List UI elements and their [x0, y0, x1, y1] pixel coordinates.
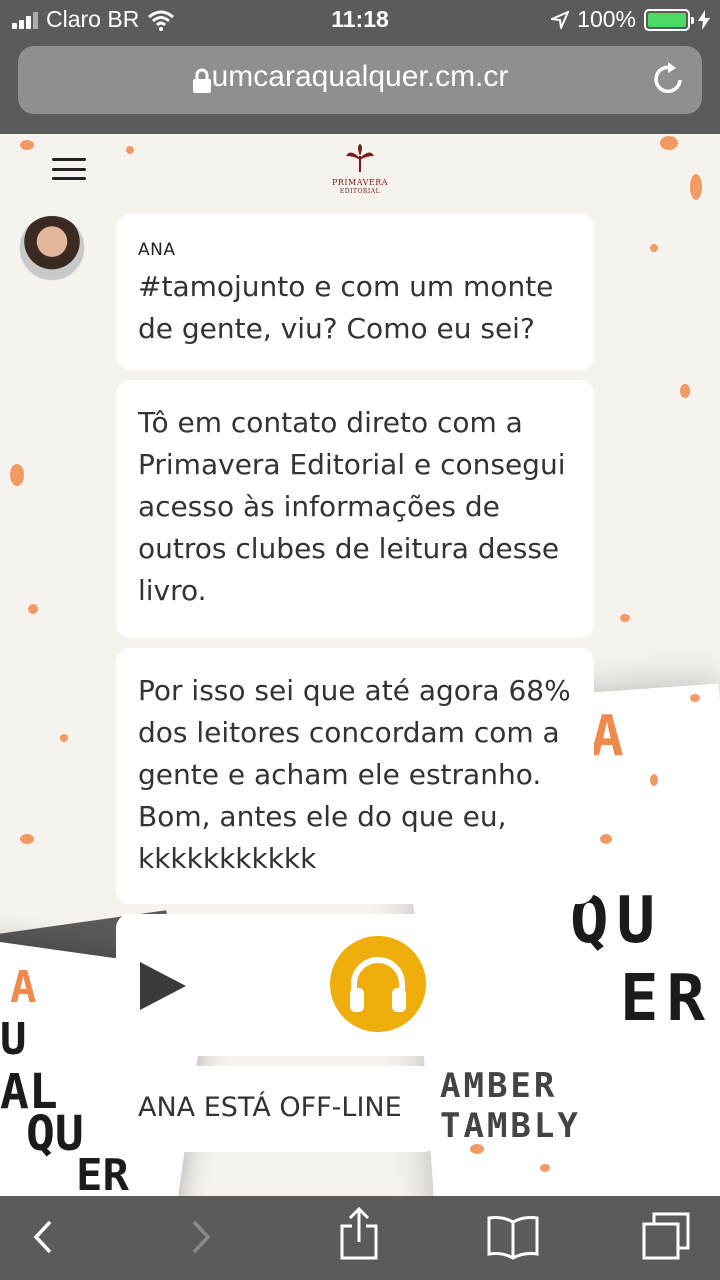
publisher-logo[interactable]: PRIMAVERA EDITORIAL	[330, 144, 390, 196]
bookmarks-icon[interactable]	[486, 1214, 540, 1260]
offline-status-text: ANA ESTÁ OFF-LINE	[138, 1092, 402, 1123]
paint-splatter	[20, 834, 34, 844]
sender-name: ANA	[138, 240, 176, 260]
paint-splatter	[690, 694, 700, 702]
forward-icon[interactable]	[190, 1214, 214, 1260]
location-icon	[551, 10, 570, 29]
left-letter-u: U	[0, 1014, 27, 1065]
message-text: #tamojunto e com um monte de gente, viu?…	[138, 270, 554, 345]
offline-status-bubble: ANA ESTÁ OFF-LINE	[116, 1066, 438, 1152]
url-text: umcaraqualquer.cm.cr	[211, 60, 509, 93]
status-right: 100%	[551, 6, 710, 33]
cover-letter-a: A	[590, 704, 624, 769]
paint-splatter	[470, 1144, 484, 1154]
charging-icon	[698, 9, 710, 30]
chat-bubble: Tô em contato direto com a Primavera Edi…	[116, 380, 594, 638]
browser-toolbar	[0, 1196, 720, 1280]
back-icon[interactable]	[30, 1214, 54, 1260]
flower-icon	[346, 144, 374, 172]
hamburger-icon[interactable]	[52, 158, 86, 180]
avatar	[18, 214, 86, 282]
chat-bubble: Por isso sei que até agora 68% dos leito…	[116, 648, 594, 904]
battery-percent: 100%	[577, 6, 636, 32]
audio-message	[116, 914, 450, 1056]
paint-splatter	[680, 384, 690, 398]
tabs-icon[interactable]	[640, 1212, 692, 1262]
left-letter-a: A	[10, 962, 37, 1013]
cover-author: AMBER TAMBLY	[440, 1066, 581, 1146]
logo-line1: PRIMAVERA	[331, 178, 389, 187]
message-text: Tô em contato direto com a Primavera Edi…	[138, 406, 566, 607]
play-icon[interactable]	[140, 962, 186, 1010]
paint-splatter	[650, 244, 658, 252]
share-icon[interactable]	[336, 1206, 382, 1262]
battery-icon	[644, 8, 694, 31]
paint-splatter	[660, 136, 678, 150]
cover-letters-er: ER	[620, 962, 714, 1036]
paint-splatter	[126, 146, 134, 154]
paint-splatter	[60, 734, 68, 742]
paint-splatter	[20, 140, 34, 150]
reload-icon[interactable]	[650, 60, 686, 98]
headphones-icon[interactable]	[330, 936, 426, 1032]
paint-splatter	[28, 604, 38, 614]
chat-bubble: ANA #tamojunto e com um monte de gente, …	[116, 214, 594, 370]
status-bar: Claro BR 11:18 100%	[0, 0, 720, 40]
paint-splatter	[620, 614, 630, 622]
left-letters-er: ER	[76, 1150, 129, 1196]
paint-splatter	[650, 774, 658, 786]
paint-splatter	[600, 834, 612, 844]
paint-splatter	[10, 464, 24, 486]
browser-url-area: umcaraqualquer.cm.cr	[0, 40, 720, 134]
paint-splatter	[690, 174, 702, 200]
message-text: Por isso sei que até agora 68% dos leito…	[138, 674, 571, 875]
address-bar[interactable]: umcaraqualquer.cm.cr	[18, 46, 702, 114]
paint-splatter	[540, 1164, 550, 1172]
logo-line2: EDITORIAL	[339, 188, 381, 195]
web-page: QU ER AMBER TAMBLY A A U AL QU ER PRIMAV…	[0, 134, 720, 1196]
